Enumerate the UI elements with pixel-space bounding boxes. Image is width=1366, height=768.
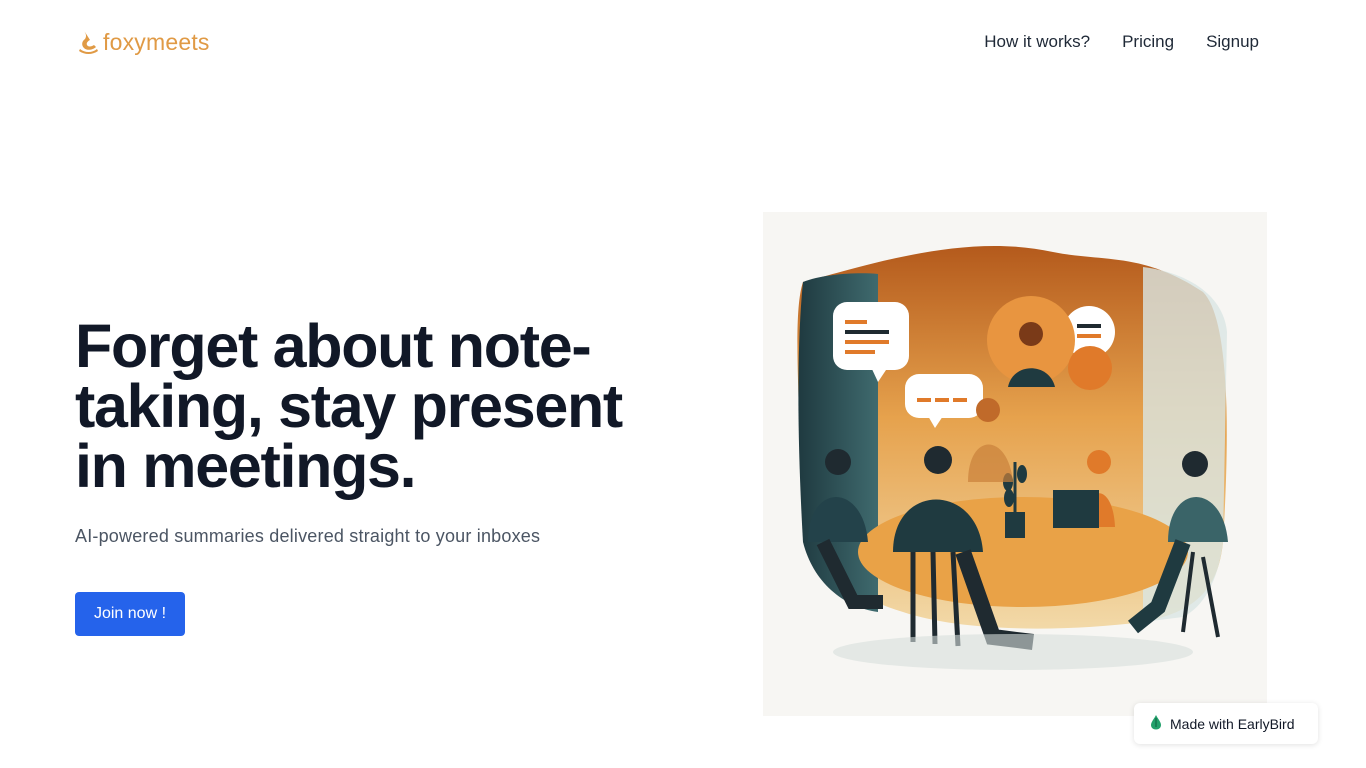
nav-pricing[interactable]: Pricing <box>1122 32 1174 52</box>
hero-title: Forget about note-taking, stay present i… <box>75 312 623 500</box>
site-header: foxymeets How it works? Pricing Signup <box>0 0 1366 84</box>
meeting-illustration <box>763 212 1267 716</box>
nav-signup[interactable]: Signup <box>1206 32 1259 52</box>
nav-how-it-works[interactable]: How it works? <box>984 32 1090 52</box>
join-now-button[interactable]: Join now ! <box>75 592 185 636</box>
earlybird-drop-icon <box>1150 714 1162 733</box>
hero-subtitle: AI-powered summaries delivered straight … <box>75 526 541 546</box>
main-nav: How it works? Pricing Signup <box>984 32 1259 52</box>
fox-logo-icon <box>77 26 99 59</box>
logo-link[interactable]: foxymeets <box>77 26 210 59</box>
made-with-earlybird-badge[interactable]: Made with EarlyBird <box>1134 703 1318 744</box>
logo-text: foxymeets <box>103 29 210 55</box>
badge-label: Made with EarlyBird <box>1170 715 1295 732</box>
